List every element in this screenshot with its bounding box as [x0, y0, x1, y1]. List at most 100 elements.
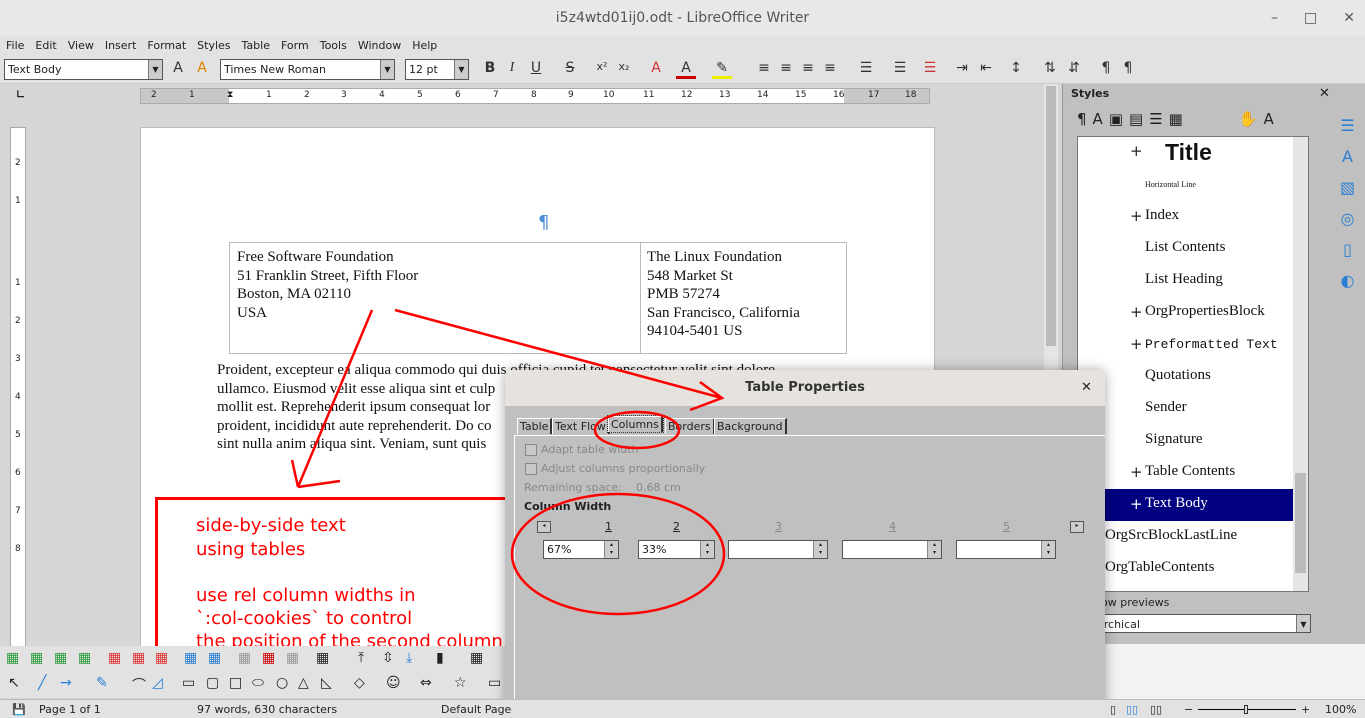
- manage-changes-icon[interactable]: ◐: [1341, 271, 1355, 290]
- basic-shapes-icon[interactable]: ◇: [354, 675, 365, 691]
- table-cell-1[interactable]: Free Software Foundation 51 Franklin Str…: [230, 243, 641, 353]
- spin-buttons[interactable]: ▴ ▾: [700, 541, 714, 558]
- gallery-icon[interactable]: ▧: [1340, 178, 1355, 197]
- ellipse-icon[interactable]: ⬭: [252, 675, 264, 691]
- column-5-width-input[interactable]: ▴ ▾: [956, 540, 1056, 559]
- increase-indent-icon[interactable]: ⇥: [952, 60, 972, 76]
- tab-columns[interactable]: Columns: [607, 415, 664, 433]
- menu-view[interactable]: View: [62, 36, 99, 55]
- book-view-icon[interactable]: ▯▯: [1150, 703, 1162, 716]
- underline-button[interactable]: U: [526, 60, 546, 76]
- zoom-level[interactable]: 100%: [1325, 703, 1356, 716]
- curve-icon[interactable]: ✎: [96, 675, 108, 691]
- insert-row-below-icon[interactable]: ▦: [30, 650, 43, 666]
- new-style-icon[interactable]: A: [1264, 110, 1274, 128]
- font-color-icon[interactable]: A: [676, 60, 696, 79]
- spin-buttons[interactable]: ▴ ▾: [927, 541, 941, 558]
- insert-column-before-icon[interactable]: ▦: [54, 650, 67, 666]
- delete-table-icon[interactable]: ▦: [155, 650, 168, 666]
- styles-list-scrollbar[interactable]: [1293, 137, 1308, 591]
- font-size-combo[interactable]: 12 pt ▼: [405, 59, 469, 80]
- table-styles-icon[interactable]: ▦: [1169, 110, 1183, 128]
- table-cell-2[interactable]: The Linux Foundation 548 Market St PMB 5…: [641, 243, 846, 353]
- bold-button[interactable]: B: [480, 60, 500, 76]
- page-icon[interactable]: ▯: [1343, 240, 1352, 259]
- scroll-left-button[interactable]: ◂: [537, 521, 551, 533]
- select-cell-icon[interactable]: ▦: [184, 650, 197, 666]
- rounded-rectangle-icon[interactable]: ▢: [206, 675, 219, 691]
- zoom-slider-thumb[interactable]: [1244, 705, 1248, 714]
- adjust-proportionally-checkbox[interactable]: [525, 463, 537, 475]
- adapt-table-width-checkbox[interactable]: [525, 444, 537, 456]
- word-count[interactable]: 97 words, 630 characters: [197, 703, 337, 716]
- spin-buttons[interactable]: ▴ ▾: [813, 541, 827, 558]
- chevron-down-icon[interactable]: ▼: [148, 60, 162, 79]
- table-cell-background-icon[interactable]: ▮: [436, 650, 444, 666]
- style-item[interactable]: Preformatted Text: [1145, 337, 1278, 352]
- paragraph-dialog-icon[interactable]: ¶: [1118, 60, 1138, 76]
- zoom-out-button[interactable]: −: [1184, 703, 1193, 716]
- select-icon[interactable]: ↖: [8, 675, 20, 691]
- justify-icon[interactable]: ≡: [820, 60, 840, 76]
- formatting-marks-icon[interactable]: ¶: [1096, 60, 1116, 76]
- style-item[interactable]: Table Contents: [1145, 463, 1235, 480]
- spin-buttons[interactable]: ▴ ▾: [604, 541, 618, 558]
- save-status-icon[interactable]: 💾: [12, 703, 26, 716]
- bullets-icon[interactable]: ☰: [856, 60, 876, 76]
- center-vertically-icon[interactable]: ⇳: [382, 650, 394, 666]
- clear-formatting-icon[interactable]: A: [646, 60, 666, 76]
- numbering-icon[interactable]: ☰: [890, 60, 910, 76]
- scroll-right-button[interactable]: ▸: [1070, 521, 1084, 533]
- rectangle-icon[interactable]: ▭: [182, 675, 195, 691]
- menu-tools[interactable]: Tools: [314, 36, 352, 55]
- style-item[interactable]: Horizontal Line: [1145, 180, 1196, 189]
- expand-icon[interactable]: +: [1130, 463, 1143, 481]
- decrease-indent-icon[interactable]: ⇤: [976, 60, 996, 76]
- symbol-shapes-icon[interactable]: ☺: [386, 675, 401, 691]
- tab-background[interactable]: Background: [714, 418, 787, 434]
- callouts-icon[interactable]: ▭: [488, 675, 501, 691]
- arrow-line-icon[interactable]: →: [60, 675, 72, 691]
- page-styles-icon[interactable]: ▤: [1129, 110, 1143, 128]
- style-item-selected[interactable]: Text Body: [1145, 495, 1208, 512]
- triangle-icon[interactable]: △: [298, 675, 309, 691]
- right-triangle-icon[interactable]: ◺: [321, 675, 332, 691]
- strikethrough-button[interactable]: S: [560, 60, 580, 76]
- select-table-icon[interactable]: ▦: [208, 650, 221, 666]
- column-3-width-input[interactable]: ▴ ▾: [728, 540, 828, 559]
- update-style-icon[interactable]: A: [168, 60, 188, 76]
- bezier-icon[interactable]: ⌒: [132, 675, 146, 695]
- insert-row-above-icon[interactable]: ▦: [6, 650, 19, 666]
- style-item[interactable]: Sender: [1145, 399, 1187, 416]
- menu-insert[interactable]: Insert: [99, 36, 142, 55]
- stars-icon[interactable]: ☆: [454, 675, 467, 691]
- indent-marker-icon[interactable]: ⧗: [227, 90, 233, 100]
- page-count[interactable]: Page 1 of 1: [39, 703, 101, 716]
- column-4-width-input[interactable]: ▴ ▾: [842, 540, 942, 559]
- list-styles-icon[interactable]: ☰: [1149, 110, 1162, 128]
- style-item[interactable]: OrgSrcBlockLastLine: [1105, 527, 1237, 544]
- menu-file[interactable]: File: [0, 36, 29, 55]
- expand-icon[interactable]: +: [1130, 142, 1143, 160]
- expand-icon[interactable]: +: [1130, 335, 1143, 353]
- paragraph-style-combo[interactable]: Text Body ▼: [4, 59, 163, 80]
- italic-button[interactable]: I: [502, 60, 522, 76]
- zoom-slider[interactable]: [1198, 705, 1296, 714]
- merge-cells-icon[interactable]: ▦: [238, 650, 251, 666]
- align-right-icon[interactable]: ≡: [798, 60, 818, 76]
- menu-form[interactable]: Form: [275, 36, 314, 55]
- superscript-icon[interactable]: x²: [592, 60, 612, 73]
- style-item[interactable]: OrgPropertiesBlock: [1145, 303, 1265, 320]
- paragraph-styles-icon[interactable]: ¶: [1077, 110, 1087, 128]
- navigator-icon[interactable]: ◎: [1341, 209, 1355, 228]
- expand-icon[interactable]: +: [1130, 495, 1143, 513]
- decrease-spacing-icon[interactable]: ⇵: [1064, 60, 1084, 76]
- expand-icon[interactable]: +: [1130, 207, 1143, 225]
- menu-help[interactable]: Help: [406, 36, 442, 55]
- tab-text-flow[interactable]: Text Flow: [552, 418, 610, 434]
- font-name-combo[interactable]: Times New Roman ▼: [220, 59, 395, 80]
- address-table[interactable]: Free Software Foundation 51 Franklin Str…: [229, 242, 847, 354]
- subscript-icon[interactable]: x₂: [614, 60, 634, 73]
- fill-format-icon[interactable]: ✋: [1239, 110, 1258, 128]
- style-item[interactable]: Quotations: [1145, 367, 1211, 384]
